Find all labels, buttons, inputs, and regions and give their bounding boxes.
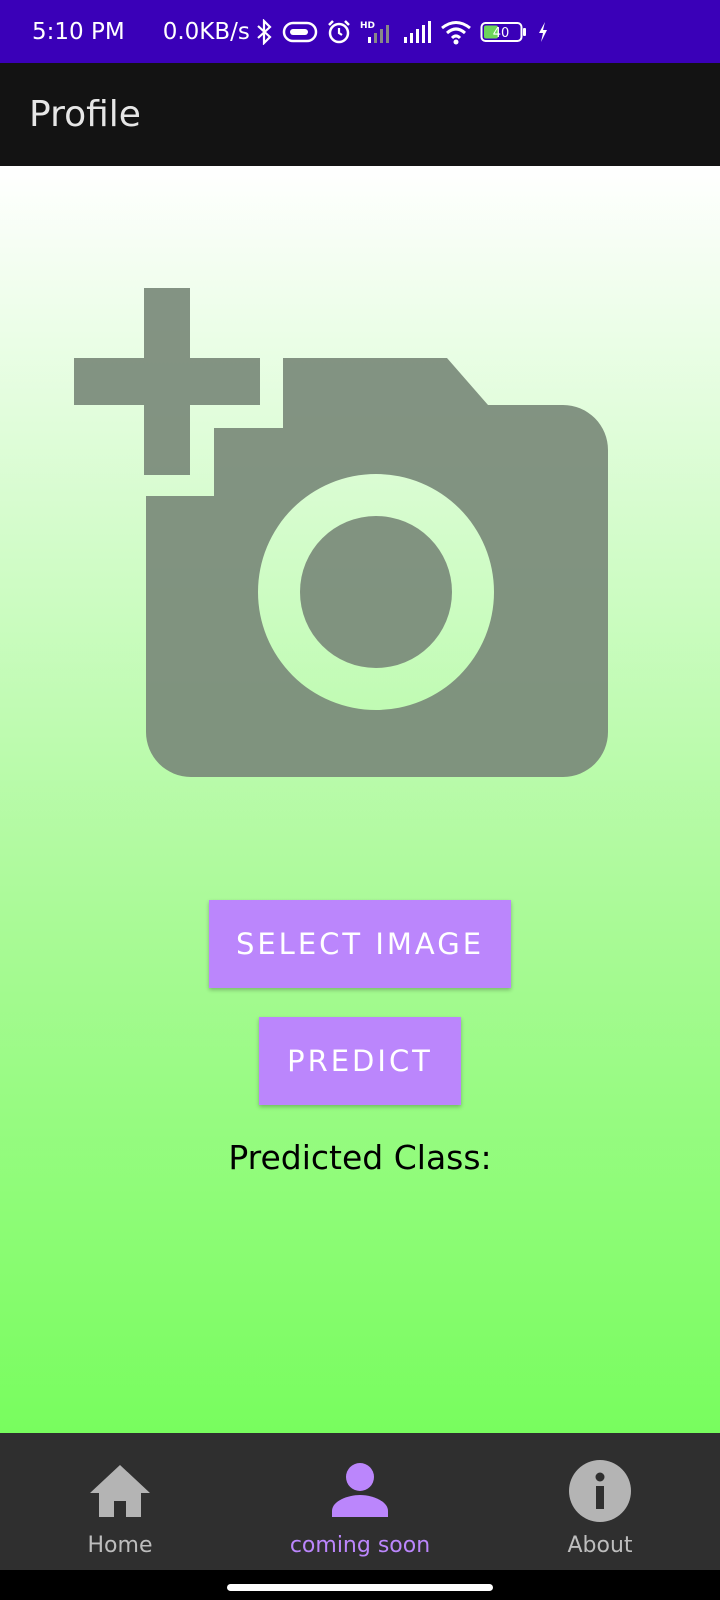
bluetooth-icon <box>257 18 272 45</box>
battery-level: 40 <box>493 26 510 41</box>
svg-text:HD: HD <box>360 21 375 31</box>
predicted-class-label: Predicted Class: <box>228 1138 492 1177</box>
hd-signal-icon: HD <box>360 21 389 43</box>
app-bar: Profile <box>0 63 720 166</box>
wifi-icon <box>440 20 471 44</box>
select-image-button[interactable]: SELECT IMAGE <box>209 900 511 988</box>
home-indicator[interactable] <box>227 1584 493 1591</box>
predict-button[interactable]: PREDICT <box>259 1017 461 1105</box>
battery-icon: 40 <box>480 21 526 42</box>
nav-item-coming-soon-label: coming soon <box>289 1533 431 1558</box>
status-bar: 5:10 PM 0.0KB/s HD 40 <box>0 0 720 63</box>
nav-item-home-label: Home <box>87 1533 153 1558</box>
status-time: 5:10 PM <box>32 18 125 45</box>
person-icon <box>332 1463 388 1517</box>
add-a-photo-icon[interactable] <box>74 288 622 788</box>
home-icon <box>90 1465 150 1517</box>
nav-item-coming-soon[interactable]: coming soon <box>240 1433 480 1570</box>
network-speed: 0.0KB/s <box>162 18 250 45</box>
bottom-navigation: Home coming soon About <box>0 1433 720 1570</box>
nav-item-home[interactable]: Home <box>0 1433 240 1570</box>
signal-icon <box>403 20 431 43</box>
nav-item-about[interactable]: About <box>480 1433 720 1570</box>
page-title: Profile <box>29 94 141 135</box>
vpn-key-icon <box>282 21 318 42</box>
alarm-icon <box>327 19 350 43</box>
main-content: SELECT IMAGE PREDICT Predicted Class: <box>0 166 720 1433</box>
nav-item-about-label: About <box>567 1533 633 1558</box>
charging-icon <box>538 21 547 42</box>
status-icons: HD 40 <box>254 18 550 45</box>
info-icon <box>569 1460 631 1522</box>
